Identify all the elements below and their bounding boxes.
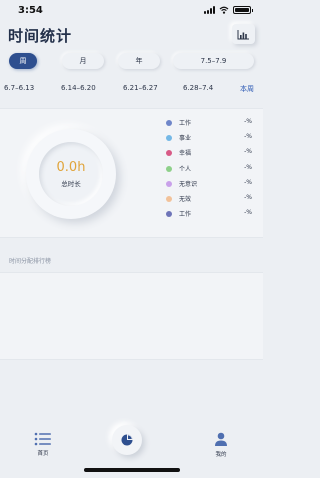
period-month-button[interactable]: 月 — [62, 53, 104, 69]
week-item[interactable]: 6.21–6.27 — [123, 84, 158, 92]
ranking-card — [0, 272, 263, 360]
summary-card: 0.0h 总时长 工作 -% 事业 -% 幸福 -% 个人 -% 无意识 -% — [0, 108, 263, 238]
legend-value: -% — [244, 118, 252, 125]
legend-label: 无意识 — [179, 180, 198, 188]
tab-me-label: 我的 — [215, 452, 227, 458]
period-selector: 周 月 年 7.5–7.9 — [9, 53, 254, 69]
legend-color-dot — [166, 120, 172, 126]
tab-statistics[interactable] — [112, 425, 142, 455]
tab-home[interactable]: 首页 — [30, 432, 56, 462]
total-time-value: 0.0h — [56, 160, 86, 175]
legend-item: 工作 -% — [164, 117, 254, 132]
period-year-button[interactable]: 年 — [118, 53, 160, 69]
signal-icon — [204, 6, 215, 14]
legend-value: -% — [244, 193, 252, 201]
legend-label: 工作 — [179, 120, 192, 127]
legend-color-dot — [166, 135, 172, 142]
week-item[interactable]: 6.7–6.13 — [4, 84, 34, 92]
legend-item: 无效 -% — [164, 193, 254, 208]
legend-label: 工作 — [179, 211, 192, 219]
chart-button[interactable] — [232, 24, 255, 44]
ranking-title: 时间分配排行榜 — [9, 258, 52, 265]
tab-me[interactable]: 我的 — [208, 432, 234, 462]
home-indicator — [84, 468, 180, 472]
legend-color-dot — [166, 150, 172, 157]
status-bar: 3:54 — [0, 0, 263, 22]
total-time-center: 0.0h 总时长 — [39, 142, 103, 206]
week-item-current[interactable]: 本周 — [240, 84, 254, 94]
legend-value: -% — [244, 148, 252, 156]
legend-item: 无意识 -% — [164, 178, 254, 193]
legend-item: 幸福 -% — [164, 147, 254, 162]
legend-label: 事业 — [179, 135, 192, 143]
legend-label: 无效 — [179, 195, 192, 203]
legend-value: -% — [244, 209, 252, 217]
week-item[interactable]: 6.28–7.4 — [183, 84, 213, 92]
list-icon — [34, 432, 51, 446]
status-time: 3:54 — [18, 5, 43, 16]
wifi-icon — [219, 6, 229, 14]
status-icons — [204, 6, 253, 14]
total-time-label: 总时长 — [61, 180, 81, 188]
category-legend: 工作 -% 事业 -% 幸福 -% 个人 -% 无意识 -% 无效 -% 工作 … — [164, 117, 254, 223]
week-item[interactable]: 6.14–6.20 — [61, 84, 96, 92]
period-custom-range-button[interactable]: 7.5–7.9 — [173, 53, 254, 69]
legend-color-dot — [166, 211, 172, 218]
total-time-ring: 0.0h 总时长 — [26, 129, 116, 219]
period-week-button[interactable]: 周 — [9, 53, 37, 69]
week-selector: 6.7–6.13 6.14–6.20 6.21–6.27 6.28–7.4 本周 — [0, 84, 263, 98]
bar-chart-icon — [237, 29, 249, 39]
legend-item: 事业 -% — [164, 132, 254, 147]
tab-home-label: 首页 — [37, 451, 49, 457]
legend-color-dot — [166, 195, 172, 202]
legend-color-dot — [166, 165, 172, 172]
legend-item: 工作 -% — [164, 208, 254, 223]
legend-value: -% — [244, 133, 252, 141]
legend-value: -% — [244, 163, 252, 171]
page-title: 时间统计 — [8, 27, 73, 45]
legend-label: 幸福 — [179, 150, 192, 158]
person-icon — [215, 432, 227, 446]
legend-label: 个人 — [179, 165, 192, 173]
legend-color-dot — [166, 180, 172, 187]
legend-item: 个人 -% — [164, 163, 254, 178]
pie-chart-icon — [121, 434, 133, 446]
battery-icon — [233, 6, 253, 14]
legend-value: -% — [244, 178, 252, 186]
